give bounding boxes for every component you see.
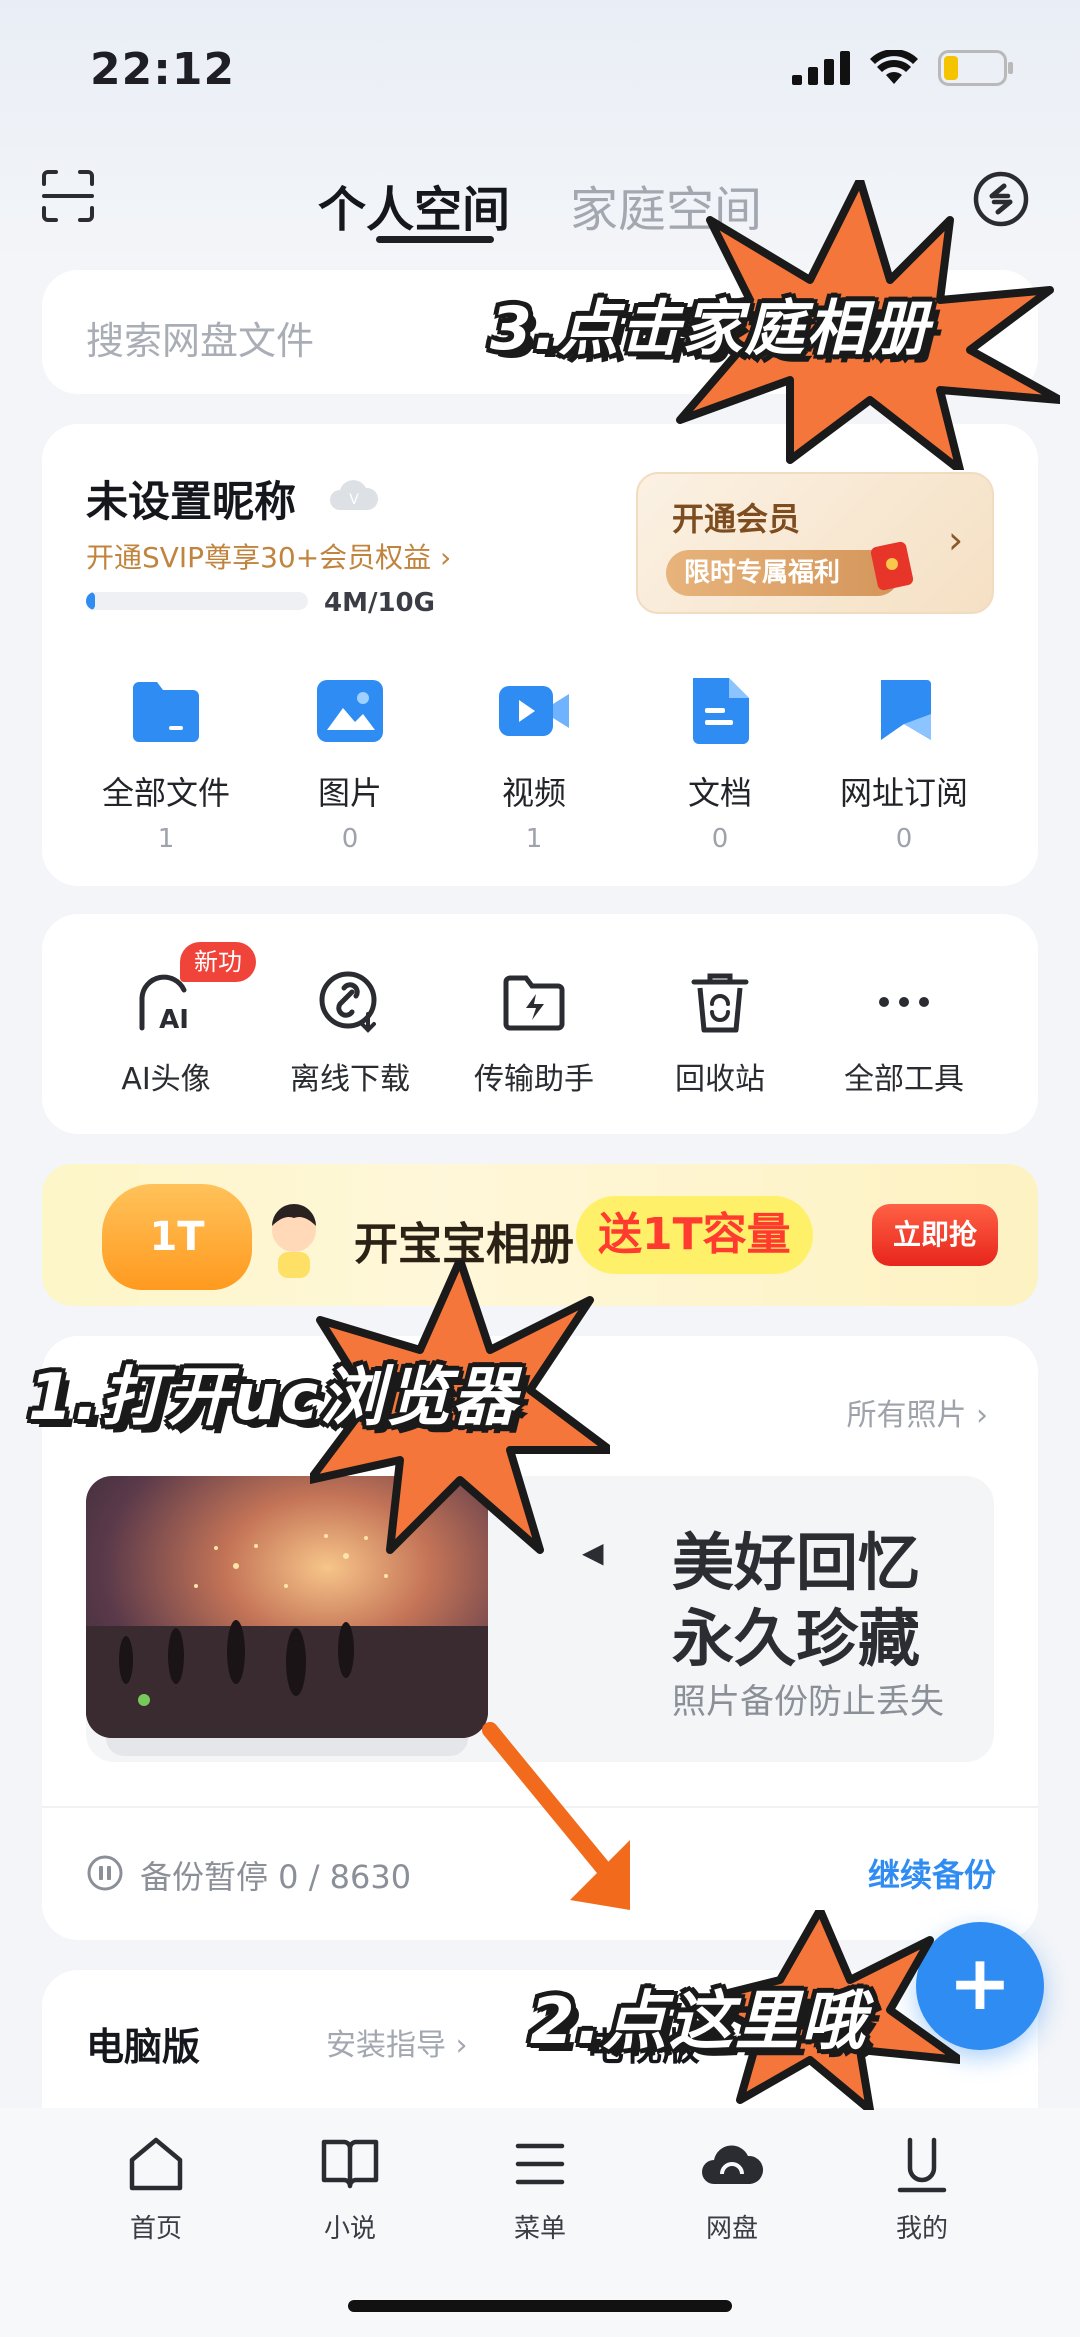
wifi-icon	[870, 50, 918, 84]
pause-icon	[87, 1855, 123, 1891]
status-icons	[792, 50, 1014, 86]
tool-label: 离线下载	[290, 1062, 410, 1097]
document-icon	[693, 678, 749, 744]
red-envelope-icon	[870, 541, 914, 591]
nav-cloud-drive[interactable]: 网盘	[652, 2132, 812, 2245]
recycle-bin-icon	[691, 973, 749, 1033]
cloud-level-icon: V	[330, 480, 379, 510]
image-icon	[317, 680, 383, 742]
search-placeholder: 搜索网盘文件	[86, 319, 315, 363]
more-icon	[879, 997, 929, 1007]
folder-icon	[133, 682, 199, 742]
bookmark-icon	[881, 680, 931, 740]
category-label: 视频	[501, 774, 566, 812]
tool-offline-download[interactable]: 离线下载	[260, 914, 440, 1114]
category-count: 0	[711, 824, 729, 854]
category-documents[interactable]: 文档 0	[630, 674, 810, 854]
tab-active-indicator	[376, 236, 494, 243]
cloud-icon	[702, 2145, 764, 2184]
step2-annotation: 2.点这里哦	[530, 1985, 867, 2059]
category-label: 图片	[317, 774, 382, 812]
step1-annotation: 1.打开uc浏览器	[28, 1361, 519, 1435]
home-indicator	[348, 2300, 732, 2312]
nav-label: 我的	[895, 2214, 948, 2244]
arrow-icon	[482, 1722, 630, 1910]
category-label: 文档	[687, 774, 752, 812]
svg-text:AI: AI	[159, 1005, 189, 1035]
category-url-subscriptions[interactable]: 网址订阅 0	[814, 674, 994, 854]
category-row: 全部文件 1 图片 0 视频 1 文档 0 网址订阅 0	[42, 674, 1038, 854]
nav-label: 菜单	[513, 2214, 566, 2244]
banner-1t-badge: 1T	[102, 1184, 252, 1290]
backup-status: 备份暂停 0 / 8630	[140, 1858, 412, 1896]
tool-label: 传输助手	[474, 1062, 594, 1097]
banner-highlight-text: 送1T容量	[598, 1209, 791, 1260]
category-count: 0	[341, 824, 359, 854]
banner-highlight: 送1T容量	[576, 1196, 813, 1274]
storage-usage: 4M/10G	[324, 588, 435, 618]
tool-transfer-assistant[interactable]: 传输助手	[444, 914, 624, 1114]
video-icon	[499, 686, 569, 736]
svg-text:V: V	[349, 492, 359, 508]
nav-label: 首页	[129, 2214, 182, 2244]
tab-personal-space[interactable]: 个人空间	[318, 170, 510, 240]
nav-label: 小说	[323, 2214, 376, 2244]
open-vip-card[interactable]: 开通会员 限时专属福利 ›	[636, 472, 994, 614]
category-label: 全部文件	[101, 774, 230, 812]
nav-mine[interactable]: 我的	[842, 2132, 1002, 2245]
tool-label: 回收站	[675, 1062, 765, 1097]
category-label: 网址订阅	[839, 774, 968, 812]
tool-ai-avatar[interactable]: AI 新功能 AI头像	[76, 914, 256, 1114]
storage-progress-bar	[86, 592, 308, 610]
tools-card: AI 新功能 AI头像 离线下载 传输助手 回收站 全部工具	[42, 914, 1038, 1134]
step3-annotation: 3.点击家庭相册	[490, 294, 931, 364]
category-all-files[interactable]: 全部文件 1	[76, 674, 256, 854]
category-videos[interactable]: 视频 1	[444, 674, 624, 854]
profile-card: 未设置昵称 V 开通SVIP尊享30+会员权益 › 4M/10G 开通会员 限时…	[42, 424, 1038, 886]
menu-icon	[515, 2143, 565, 2185]
storage-progress-fill	[86, 592, 95, 610]
vip-offer-chip: 限时专属福利	[666, 550, 900, 596]
tool-label: AI头像	[121, 1062, 211, 1097]
nav-novels[interactable]: 小说	[270, 2132, 430, 2245]
nav-menu[interactable]: 菜单	[460, 2132, 620, 2245]
vip-title: 开通会员	[672, 500, 801, 538]
category-images[interactable]: 图片 0	[260, 674, 440, 854]
photo-stack-shadow	[106, 1738, 468, 1756]
tool-all-tools[interactable]: 全部工具	[814, 914, 994, 1114]
svip-benefits-link[interactable]: 开通SVIP尊享30+会员权益 ›	[86, 536, 451, 576]
profile-icon	[897, 2137, 947, 2193]
book-icon	[321, 2139, 379, 2189]
offline-download-icon	[319, 971, 377, 1033]
nav-label: 网盘	[705, 2214, 758, 2244]
banner-grab-button[interactable]: 立即抢	[872, 1204, 998, 1266]
desktop-version-title[interactable]: 电脑版	[86, 2016, 200, 2071]
scan-icon[interactable]	[40, 168, 96, 224]
promo-headline-2: 永久珍藏	[672, 1602, 921, 1675]
vip-arrow-icon: ›	[948, 518, 964, 562]
nickname[interactable]: 未设置昵称	[86, 468, 296, 529]
all-photos-link[interactable]: 所有照片 ›	[846, 1390, 988, 1434]
nav-home[interactable]: 首页	[76, 2132, 236, 2245]
cellular-signal-icon	[792, 51, 850, 85]
promo-subtitle: 照片备份防止丢失	[672, 1682, 944, 1722]
category-count: 1	[525, 824, 543, 854]
category-count: 0	[895, 824, 913, 854]
tool-label: 全部工具	[844, 1062, 964, 1097]
status-time: 22:12	[90, 44, 236, 95]
tool-recycle-bin[interactable]: 回收站	[630, 914, 810, 1114]
category-count: 1	[157, 824, 175, 854]
home-icon	[129, 2137, 183, 2191]
transfer-icon	[503, 975, 565, 1031]
install-guide-link[interactable]: 安装指导 ›	[326, 2020, 468, 2064]
battery-icon	[938, 50, 1013, 86]
resume-backup-button[interactable]: 继续备份	[868, 1850, 996, 1896]
new-feature-badge: 新功能	[180, 942, 256, 1016]
